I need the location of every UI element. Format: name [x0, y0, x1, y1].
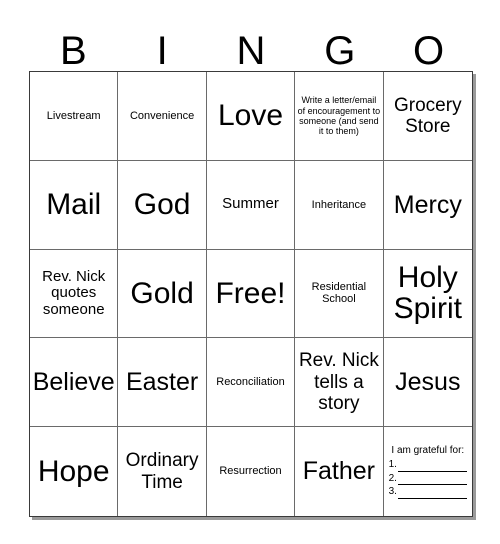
gratitude-block: I am grateful for: 1. 2. 3.	[386, 445, 470, 499]
gratitude-number: 1.	[388, 459, 397, 471]
bingo-header-letter-i: I	[156, 29, 168, 73]
bingo-cell[interactable]: Convenience	[118, 72, 207, 161]
gratitude-number: 2.	[388, 472, 397, 484]
gratitude-title: I am grateful for:	[391, 444, 465, 456]
bingo-header-letter-b: B	[60, 29, 87, 73]
bingo-cell[interactable]: Rev. Nick quotes someone	[30, 249, 119, 339]
bingo-cell-label: Convenience	[129, 109, 195, 122]
bingo-cell-label: Rev. Nick tells a story	[298, 350, 379, 414]
bingo-cell[interactable]: Write a letter/email of encouragement to…	[295, 72, 384, 161]
bingo-cell-gratitude[interactable]: I am grateful for: 1. 2. 3.	[384, 427, 472, 516]
bingo-cell-label: Gold	[130, 276, 194, 310]
bingo-cell[interactable]: God	[118, 160, 207, 250]
bingo-card: B I N G O Livestream Convenience Love Wr…	[0, 0, 500, 544]
bingo-cell-label: Write a letter/email of encouragement to…	[297, 95, 381, 137]
bingo-cell-label: Livestream	[46, 109, 101, 122]
bingo-cell[interactable]: Father	[295, 427, 384, 516]
bingo-cell-label: Ordinary Time	[125, 450, 199, 493]
bingo-cell-label: Resurrection	[219, 465, 282, 478]
bingo-cell-label: Grocery Store	[394, 94, 462, 137]
bingo-cell[interactable]: Rev. Nick tells a story	[295, 338, 384, 428]
bingo-cell-label: Reconciliation	[216, 376, 285, 389]
bingo-header-letter-o: O	[413, 29, 445, 73]
bingo-cell-label: Love	[217, 99, 284, 133]
bingo-cell[interactable]: Mail	[30, 160, 119, 250]
bingo-cell[interactable]: Mercy	[383, 161, 472, 250]
bingo-cell-free[interactable]: Free!	[206, 249, 296, 339]
bingo-cell[interactable]: Summer	[206, 160, 296, 250]
gratitude-blank-line[interactable]	[397, 475, 467, 486]
bingo-cell[interactable]: Residential School	[295, 249, 384, 339]
bingo-cell-label: Rev. Nick quotes someone	[42, 267, 106, 318]
bingo-cell-label: Summer	[222, 195, 279, 213]
bingo-cell[interactable]: Resurrection	[207, 427, 296, 516]
bingo-header-letter-n: N	[236, 29, 266, 73]
bingo-cell-label: Easter	[125, 368, 199, 397]
bingo-cell-label: Believe	[32, 368, 115, 397]
bingo-cell[interactable]: Livestream	[30, 72, 119, 161]
bingo-cell[interactable]: Love	[206, 72, 296, 161]
bingo-cell-label: God	[133, 187, 191, 221]
bingo-cell[interactable]: Grocery Store	[383, 72, 472, 161]
bingo-cell[interactable]: Easter	[118, 338, 207, 428]
bingo-header-letter-g: G	[324, 29, 356, 73]
gratitude-blank-line[interactable]	[397, 489, 467, 499]
bingo-cell-label: Residential School	[311, 281, 367, 306]
bingo-cell-label: Father	[302, 457, 376, 486]
bingo-cell-label: Inheritance	[311, 198, 367, 211]
gratitude-entry-3[interactable]: 3.	[389, 486, 467, 499]
bingo-cell[interactable]: Believe	[30, 338, 119, 428]
bingo-cell[interactable]: Reconciliation	[206, 338, 296, 428]
bingo-cell-label: Mercy	[393, 190, 462, 219]
bingo-cell[interactable]: Holy Spirit	[383, 250, 472, 339]
bingo-cell[interactable]: Ordinary Time	[118, 427, 207, 516]
bingo-cell[interactable]: Inheritance	[295, 160, 384, 250]
bingo-cell-label: Mail	[46, 187, 102, 221]
gratitude-entry-2[interactable]: 2.	[389, 473, 467, 486]
bingo-cell[interactable]: Jesus	[383, 338, 472, 428]
bingo-cell-label: Jesus	[395, 368, 461, 397]
bingo-header: B I N G O	[29, 14, 473, 71]
bingo-cell-label: Hope	[37, 454, 110, 488]
bingo-grid: Livestream Convenience Love Write a lett…	[29, 71, 473, 517]
gratitude-blank-line[interactable]	[397, 462, 467, 472]
bingo-cell[interactable]: Gold	[118, 249, 207, 339]
bingo-cell-label: Free!	[215, 276, 286, 310]
bingo-cell[interactable]: Hope	[30, 427, 119, 516]
gratitude-number: 3.	[388, 486, 397, 498]
bingo-cell-label: Holy Spirit	[393, 260, 462, 326]
gratitude-entry-1[interactable]: 1.	[389, 459, 467, 472]
